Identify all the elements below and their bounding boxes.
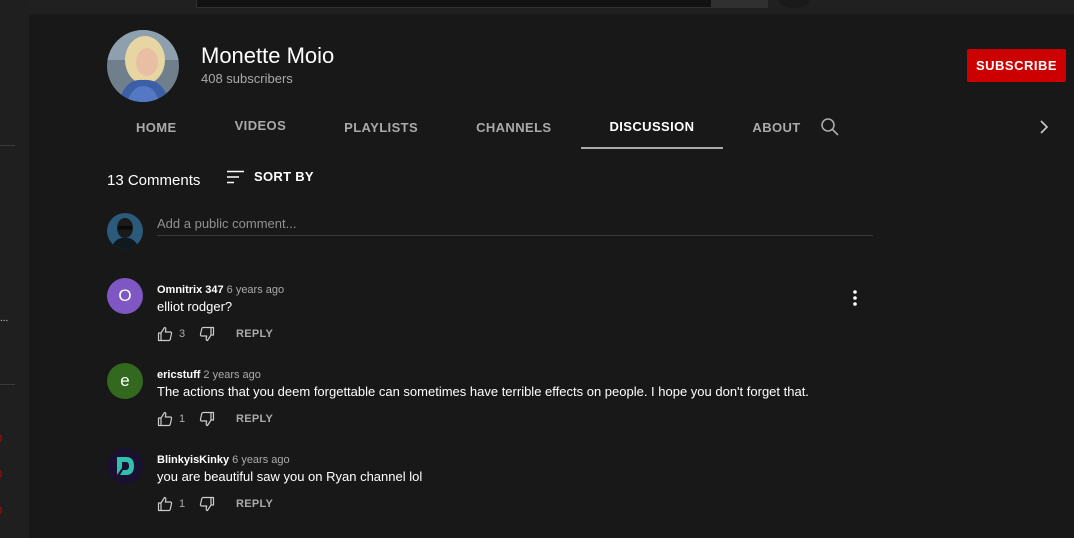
thumbs-down-icon[interactable] — [199, 496, 215, 512]
user-avatar-photo — [107, 213, 143, 249]
reply-button[interactable]: REPLY — [236, 413, 273, 425]
comment-author[interactable]: Omnitrix 347 — [157, 284, 224, 296]
search-icon[interactable] — [819, 116, 841, 138]
tab-playlists[interactable]: PLAYLISTS — [315, 106, 447, 149]
commenter-avatar[interactable] — [107, 448, 143, 484]
comment-text: elliot rodger? — [157, 299, 233, 314]
like-count: 1 — [179, 413, 186, 425]
masthead — [29, 0, 1074, 14]
sort-by-button[interactable]: SORT BY — [227, 169, 314, 184]
search-button[interactable] — [712, 0, 768, 8]
comment-item: O Omnitrix 347 6 years ago elliot rodger?… — [107, 278, 877, 348]
like-count: 1 — [179, 498, 186, 510]
reply-button[interactable]: REPLY — [236, 498, 273, 510]
channel-tabs: HOME VIDEOS PLAYLISTS CHANNELS DISCUSSIO… — [107, 106, 830, 149]
comment-time[interactable]: 6 years ago — [227, 284, 284, 296]
comment-time[interactable]: 2 years ago — [203, 369, 260, 381]
thumbs-down-icon[interactable] — [199, 326, 215, 342]
search-input[interactable] — [196, 0, 712, 8]
comment-text: The actions that you deem forgettable ca… — [157, 384, 809, 399]
thumbs-down-icon[interactable] — [199, 411, 215, 427]
channel-avatar[interactable] — [107, 30, 179, 102]
subscribe-button[interactable]: SUBSCRIBE — [967, 49, 1066, 82]
tab-home[interactable]: HOME — [107, 106, 206, 149]
voice-search-button[interactable] — [779, 0, 809, 8]
tab-about[interactable]: ABOUT — [723, 106, 829, 149]
sidebar: ... — [0, 0, 29, 538]
like-count: 3 — [179, 328, 186, 340]
sidebar-divider — [0, 145, 15, 146]
sidebar-more-text[interactable]: ... — [0, 314, 8, 324]
user-avatar — [107, 213, 143, 249]
live-indicator-icon[interactable] — [0, 470, 6, 478]
commenter-avatar[interactable]: O — [107, 278, 143, 314]
thumbs-up-icon[interactable] — [157, 496, 173, 512]
live-indicator-icon[interactable] — [0, 506, 6, 514]
comment-time[interactable]: 6 years ago — [232, 454, 289, 466]
thumbs-up-icon[interactable] — [157, 411, 173, 427]
sort-by-label: SORT BY — [254, 169, 314, 184]
add-comment-input[interactable] — [157, 212, 873, 236]
comment-text: you are beautiful saw you on Ryan channe… — [157, 469, 423, 484]
commenter-avatar[interactable]: e — [107, 363, 143, 399]
channel-name: Monette Moio — [201, 43, 335, 68]
sidebar-divider — [0, 384, 15, 385]
comment-author[interactable]: BlinkyisKinky — [157, 454, 229, 466]
chevron-right-icon[interactable] — [1035, 118, 1053, 136]
subscriber-count: 408 subscribers — [201, 71, 293, 86]
comment-count: 13 Comments — [107, 172, 201, 189]
live-indicator-icon[interactable] — [0, 434, 6, 442]
tab-videos[interactable]: VIDEOS — [206, 104, 316, 147]
channel-avatar-photo — [107, 30, 179, 102]
tab-channels[interactable]: CHANNELS — [447, 106, 580, 149]
comment-item: e ericstuff 2 years ago The actions that … — [107, 363, 877, 433]
sort-icon — [227, 170, 244, 183]
discussion-section: 13 Comments SORT BY O Omnitrix 3476 year… — [29, 149, 1074, 538]
blinky-logo-icon — [107, 448, 143, 484]
channel-header: Monette Moio 408 subscribers SUBSCRIBE H… — [29, 14, 1074, 149]
reply-button[interactable]: REPLY — [236, 328, 273, 340]
thumbs-up-icon[interactable] — [157, 326, 173, 342]
tab-discussion[interactable]: DISCUSSION — [580, 106, 724, 149]
comment-author[interactable]: ericstuff — [157, 369, 200, 381]
comment-item: BlinkyisKinky 6 years ago you are beautif… — [107, 448, 877, 518]
more-options-icon[interactable] — [847, 288, 863, 308]
